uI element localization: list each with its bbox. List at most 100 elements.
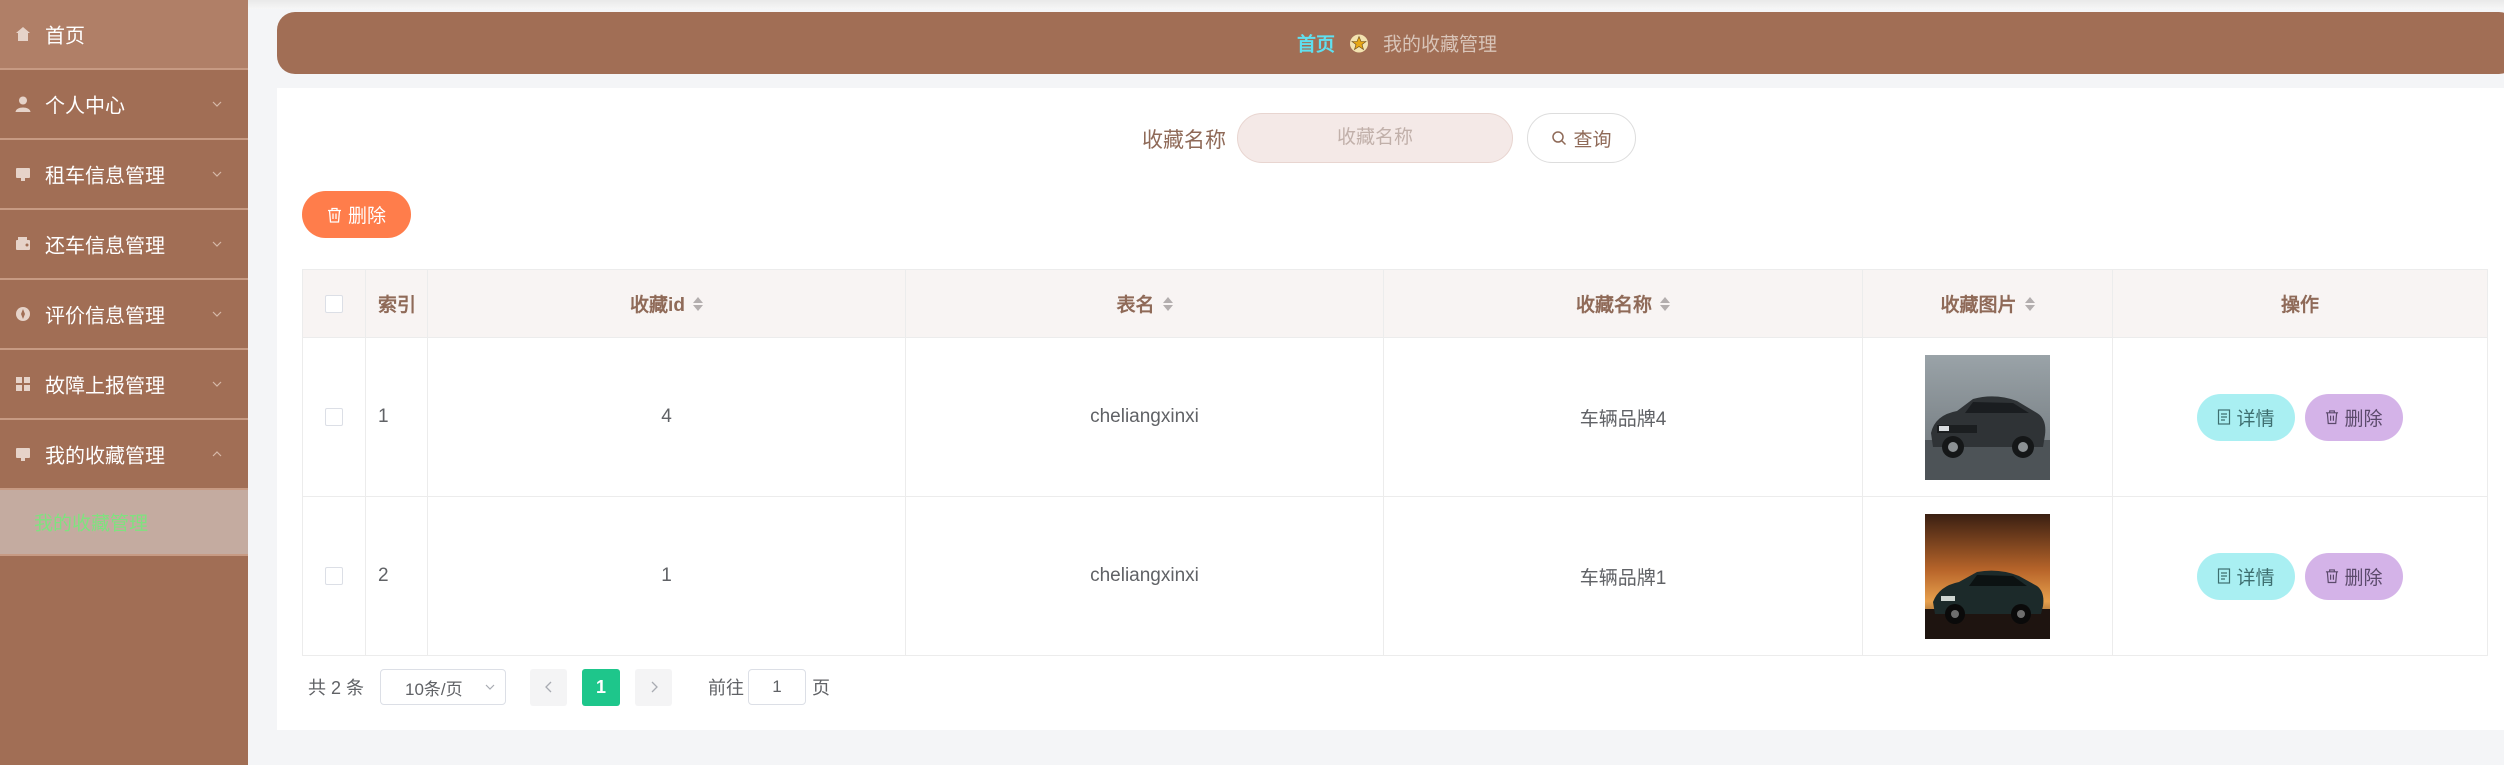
header-name-label: 收藏名称 bbox=[1575, 295, 1652, 316]
sidebar-item-label: 首页 bbox=[45, 25, 85, 48]
detail-button-label: 详情 bbox=[2236, 567, 2275, 589]
cell-actions: 详情 删除 bbox=[2113, 338, 2487, 496]
detail-button-label: 详情 bbox=[2236, 408, 2275, 430]
row-delete-button[interactable]: 删除 bbox=[2305, 552, 2403, 600]
chevron-down-icon bbox=[212, 381, 222, 387]
submenu-item-label: 我的收藏管理 bbox=[34, 513, 149, 535]
sidebar-item-label: 还车信息管理 bbox=[45, 235, 165, 258]
trash-icon bbox=[2326, 410, 2339, 425]
sort-icon[interactable] bbox=[1162, 296, 1173, 311]
breadcrumb-home-link[interactable]: 首页 bbox=[1297, 30, 1335, 57]
cell-name: 车辆品牌1 bbox=[1384, 497, 1863, 655]
cell-image bbox=[1863, 497, 2113, 655]
chevron-down-icon bbox=[212, 241, 222, 247]
goto-page-input[interactable] bbox=[748, 669, 807, 705]
breadcrumb-current: 我的收藏管理 bbox=[1383, 34, 1498, 56]
header-id[interactable]: 收藏id bbox=[428, 270, 906, 337]
sidebar-item-home[interactable]: 首页 bbox=[0, 0, 248, 70]
cell-id: 4 bbox=[428, 338, 906, 496]
cell-table-name: cheliangxinxi bbox=[906, 338, 1384, 496]
monitor-icon bbox=[16, 168, 30, 181]
table-row: 1 4 cheliangxinxi 车辆品牌4 详情 删除 bbox=[303, 338, 2487, 497]
goto-label: 前往 bbox=[708, 678, 745, 698]
row-checkbox[interactable] bbox=[325, 408, 343, 426]
header-table-name[interactable]: 表名 bbox=[906, 270, 1384, 337]
cell-table-name: cheliangxinxi bbox=[906, 497, 1384, 655]
sort-icon[interactable] bbox=[1660, 296, 1670, 311]
sidebar-item-rental-info[interactable]: 租车信息管理 bbox=[0, 140, 248, 210]
sort-icon[interactable] bbox=[2024, 296, 2035, 311]
cell-image bbox=[1863, 338, 2113, 496]
monitor-icon bbox=[16, 448, 30, 461]
wallet-icon bbox=[16, 237, 30, 250]
header-checkbox-cell bbox=[303, 270, 366, 337]
star-icon bbox=[1350, 34, 1369, 52]
header-id-label: 收藏id bbox=[630, 295, 685, 316]
page-number-button[interactable]: 1 bbox=[582, 668, 621, 706]
prev-page-button[interactable] bbox=[530, 668, 568, 706]
chevron-down-icon bbox=[212, 171, 222, 177]
favorites-table: 索引 收藏id 表名 收藏名称 收藏图片 操作 1 4 cheliangxinx… bbox=[302, 269, 2488, 656]
compass-icon bbox=[16, 307, 30, 321]
cell-index: 1 bbox=[366, 338, 428, 496]
chevron-down-icon bbox=[485, 684, 495, 690]
detail-button[interactable]: 详情 bbox=[2197, 552, 2295, 600]
header-image[interactable]: 收藏图片 bbox=[1863, 270, 2113, 337]
cell-id: 1 bbox=[428, 497, 906, 655]
cell-index: 2 bbox=[366, 497, 428, 655]
sidebar-item-label: 故障上报管理 bbox=[45, 375, 165, 398]
row-checkbox-cell bbox=[303, 497, 366, 655]
sidebar-item-fault-report[interactable]: 故障上报管理 bbox=[0, 350, 248, 420]
batch-delete-button[interactable]: 删除 bbox=[302, 191, 411, 238]
car-thumbnail[interactable] bbox=[1925, 513, 2050, 639]
search-label: 收藏名称 bbox=[1142, 129, 1226, 152]
batch-delete-label: 删除 bbox=[347, 206, 386, 227]
header-image-label: 收藏图片 bbox=[1940, 295, 2017, 316]
grid-icon bbox=[16, 377, 30, 391]
chevron-down-icon bbox=[212, 101, 222, 107]
header-index: 索引 bbox=[366, 270, 428, 337]
sidebar-item-label: 租车信息管理 bbox=[45, 165, 165, 188]
sidebar-item-label: 个人中心 bbox=[45, 95, 125, 118]
document-icon bbox=[2218, 409, 2231, 425]
chevron-up-icon bbox=[212, 451, 222, 457]
row-checkbox[interactable] bbox=[325, 567, 343, 585]
sidebar-item-return-info[interactable]: 还车信息管理 bbox=[0, 210, 248, 280]
sidebar-item-label: 我的收藏管理 bbox=[45, 445, 165, 468]
pagination: 共 2 条 10条/页 1 前往 页 bbox=[308, 668, 830, 706]
chevron-down-icon bbox=[212, 311, 222, 317]
header-name[interactable]: 收藏名称 bbox=[1384, 270, 1863, 337]
goto-page-suffix: 页 bbox=[812, 678, 831, 698]
car-thumbnail[interactable] bbox=[1925, 354, 2050, 480]
home-icon bbox=[16, 27, 30, 41]
search-input[interactable] bbox=[1237, 113, 1513, 163]
header-actions: 操作 bbox=[2280, 295, 2319, 316]
breadcrumb-bar: 首页 我的收藏管理 bbox=[277, 12, 2504, 74]
row-delete-label: 删除 bbox=[2344, 408, 2383, 430]
pagination-total: 共 2 条 bbox=[308, 678, 365, 698]
sort-icon[interactable] bbox=[692, 296, 703, 311]
query-button[interactable]: 查询 bbox=[1527, 113, 1636, 163]
sidebar-item-label: 评价信息管理 bbox=[45, 305, 165, 328]
row-delete-button[interactable]: 删除 bbox=[2305, 393, 2403, 441]
next-page-button[interactable] bbox=[635, 668, 673, 706]
sidebar-item-my-favorites[interactable]: 我的收藏管理 bbox=[0, 420, 248, 490]
document-icon bbox=[2218, 568, 2231, 584]
page-size-select[interactable]: 10条/页 bbox=[380, 669, 507, 705]
breadcrumb: 首页 我的收藏管理 bbox=[1297, 30, 1497, 57]
cell-actions: 详情 删除 bbox=[2113, 497, 2487, 655]
top-edge bbox=[0, 0, 2504, 9]
select-all-checkbox[interactable] bbox=[325, 294, 343, 313]
row-delete-label: 删除 bbox=[2344, 567, 2383, 589]
detail-button[interactable]: 详情 bbox=[2197, 393, 2295, 441]
sidebar-item-review-info[interactable]: 评价信息管理 bbox=[0, 280, 248, 350]
chevron-right-icon bbox=[651, 681, 658, 693]
query-button-label: 查询 bbox=[1573, 129, 1612, 151]
page-size-value: 10条/页 bbox=[405, 679, 463, 699]
sidebar-item-personal-center[interactable]: 个人中心 bbox=[0, 70, 248, 140]
sidebar: 首页 个人中心 租车信息管理 还车信息管理 评价信息管理 故障上报管理 我的收藏… bbox=[0, 0, 248, 765]
user-icon bbox=[15, 96, 31, 112]
trash-icon bbox=[2326, 569, 2339, 584]
submenu-item-my-favorites[interactable]: 我的收藏管理 bbox=[0, 490, 248, 556]
search-icon bbox=[1552, 131, 1567, 146]
